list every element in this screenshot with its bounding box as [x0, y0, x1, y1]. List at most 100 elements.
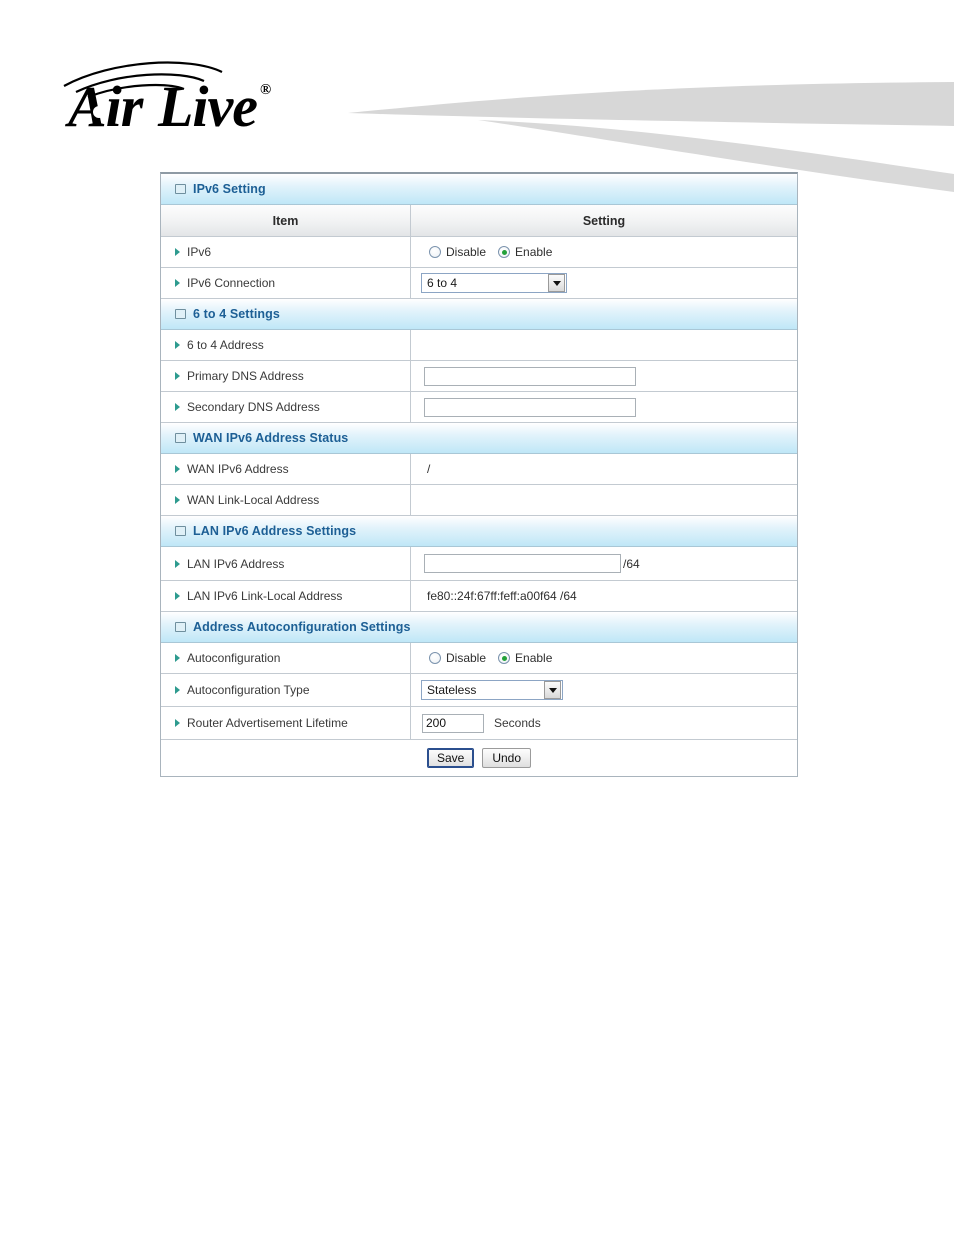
radio-dot-icon	[498, 246, 511, 258]
section-header-address-autoconfiguration-settings: Address Autoconfiguration Settings	[161, 612, 797, 643]
table-row-autoconfiguration: Autoconfiguration Disable Enable	[161, 643, 797, 674]
row-label-primary-dns: Primary DNS Address	[161, 361, 411, 391]
row-label-text: Secondary DNS Address	[187, 400, 320, 414]
radio-ipv6-enable[interactable]: Enable	[498, 245, 552, 259]
table-row-6to4-address: 6 to 4 Address	[161, 330, 797, 361]
table-row-ipv6-connection: IPv6 Connection 6 to 4	[161, 268, 797, 299]
bullet-icon	[175, 559, 180, 568]
section-title: Address Autoconfiguration Settings	[193, 620, 411, 634]
radio-label: Enable	[515, 651, 553, 665]
table-row-ipv6: IPv6 Disable Enable	[161, 237, 797, 268]
row-label-wan-ipv6-address: WAN IPv6 Address	[161, 454, 411, 484]
svg-text:Live: Live	[157, 74, 257, 134]
svg-text:®: ®	[260, 82, 271, 98]
section-header-wan-ipv6-address-status: WAN IPv6 Address Status	[161, 423, 797, 454]
row-label-text: LAN IPv6 Link-Local Address	[187, 589, 343, 603]
radio-autoconfiguration-disable[interactable]: Disable	[429, 651, 486, 665]
svg-text:Air: Air	[65, 74, 144, 134]
radio-dot-icon	[429, 652, 441, 664]
bullet-icon	[175, 248, 180, 256]
row-label-ipv6: IPv6	[161, 237, 411, 267]
section-collapse-icon	[175, 309, 186, 319]
row-control-ipv6-connection: 6 to 4	[411, 268, 797, 298]
bullet-icon	[175, 279, 180, 287]
row-label-text: IPv6 Connection	[187, 276, 276, 290]
select-value: Stateless	[427, 683, 477, 697]
secondary-dns-address-input[interactable]	[424, 397, 636, 417]
row-control-wan-link-local-address	[411, 485, 797, 515]
section-title: WAN IPv6 Address Status	[193, 431, 349, 445]
row-label-text: 6 to 4 Address	[187, 338, 264, 352]
table-row-router-advertisement-lifetime: Router Advertisement Lifetime Seconds	[161, 707, 797, 740]
lan-ipv6-prefix-length-suffix: /64	[623, 556, 640, 571]
section-title: LAN IPv6 Address Settings	[193, 524, 357, 538]
row-label-6to4-address: 6 to 4 Address	[161, 330, 411, 360]
radio-dot-icon	[498, 652, 511, 664]
router-advertisement-lifetime-input[interactable]	[422, 713, 484, 733]
section-title: IPv6 Setting	[193, 182, 266, 196]
airlive-logo-svg: Air Live ®	[63, 61, 271, 139]
row-label-text: Autoconfiguration Type	[187, 683, 310, 697]
row-control-autoconfiguration-type: Stateless	[411, 674, 797, 706]
row-control-autoconfiguration: Disable Enable	[411, 643, 797, 673]
primary-dns-address-input[interactable]	[424, 366, 636, 386]
bullet-icon	[175, 465, 180, 473]
row-label-autoconfiguration-type: Autoconfiguration Type	[161, 674, 411, 706]
section-collapse-icon	[175, 184, 186, 194]
section-collapse-icon	[175, 526, 186, 536]
table-row-autoconfiguration-type: Autoconfiguration Type Stateless	[161, 674, 797, 707]
row-label-text: LAN IPv6 Address	[187, 556, 285, 571]
row-label-text: Router Advertisement Lifetime	[187, 716, 348, 730]
row-label-lan-ipv6-link-local-address: LAN IPv6 Link-Local Address	[161, 581, 411, 611]
row-label-autoconfiguration: Autoconfiguration	[161, 643, 411, 673]
bullet-icon	[175, 403, 180, 411]
section-header-lan-ipv6-address-settings: LAN IPv6 Address Settings	[161, 516, 797, 547]
bullet-icon	[175, 719, 180, 727]
bullet-icon	[175, 686, 180, 694]
row-control-primary-dns	[411, 361, 797, 391]
row-control-wan-ipv6-address: /	[411, 454, 797, 484]
radio-ipv6-disable[interactable]: Disable	[429, 245, 486, 259]
row-label-lan-ipv6-address: LAN IPv6 Address	[161, 547, 411, 580]
save-button[interactable]: Save	[426, 748, 475, 768]
table-row-wan-link-local-address: WAN Link-Local Address	[161, 485, 797, 516]
section-header-6to4-settings: 6 to 4 Settings	[161, 299, 797, 330]
panel-footer-actions: Save Undo	[161, 740, 797, 776]
ipv6-settings-panel: IPv6 Setting Item Setting IPv6 Disable E…	[160, 172, 798, 777]
chevron-down-icon[interactable]	[548, 274, 565, 292]
table-row-wan-ipv6-address: WAN IPv6 Address /	[161, 454, 797, 485]
row-control-ipv6: Disable Enable	[411, 237, 797, 267]
select-ipv6-connection[interactable]: 6 to 4	[421, 273, 567, 293]
radio-label: Enable	[515, 245, 553, 259]
page-header: Air Live ®	[0, 0, 954, 192]
section-collapse-icon	[175, 433, 186, 443]
undo-button[interactable]: Undo	[482, 748, 532, 768]
select-autoconfiguration-type[interactable]: Stateless	[421, 680, 563, 700]
airlive-logo: Air Live ®	[62, 54, 342, 139]
bullet-icon	[175, 496, 180, 504]
row-label-router-advertisement-lifetime: Router Advertisement Lifetime	[161, 707, 411, 739]
table-row-secondary-dns: Secondary DNS Address	[161, 392, 797, 423]
row-label-ipv6-connection: IPv6 Connection	[161, 268, 411, 298]
row-label-text: IPv6	[187, 245, 212, 259]
lifetime-unit-label: Seconds	[494, 716, 541, 730]
table-row-lan-ipv6-address: LAN IPv6 Address /64	[161, 547, 797, 581]
row-control-lan-ipv6-link-local-address: fe80::24f:67ff:feff:a00f64 /64	[411, 581, 797, 611]
radio-group-autoconfiguration: Disable Enable	[419, 651, 560, 665]
radio-autoconfiguration-enable[interactable]: Enable	[498, 651, 552, 665]
bullet-icon	[175, 654, 180, 662]
radio-group-ipv6: Disable Enable	[419, 245, 560, 259]
row-label-text: Primary DNS Address	[187, 369, 304, 383]
lan-ipv6-address-input[interactable]	[424, 554, 621, 573]
chevron-down-icon[interactable]	[544, 681, 561, 699]
static-value-wan-ipv6-address: /	[427, 462, 431, 476]
row-control-lan-ipv6-address: /64	[411, 547, 797, 580]
row-label-text: Autoconfiguration	[187, 651, 281, 665]
row-control-router-advertisement-lifetime: Seconds	[411, 707, 797, 739]
bullet-icon	[175, 372, 180, 380]
section-collapse-icon	[175, 622, 186, 632]
row-label-wan-link-local-address: WAN Link-Local Address	[161, 485, 411, 515]
column-header-item: Item	[161, 205, 411, 236]
row-label-secondary-dns: Secondary DNS Address	[161, 392, 411, 422]
row-label-text: WAN IPv6 Address	[187, 462, 289, 476]
